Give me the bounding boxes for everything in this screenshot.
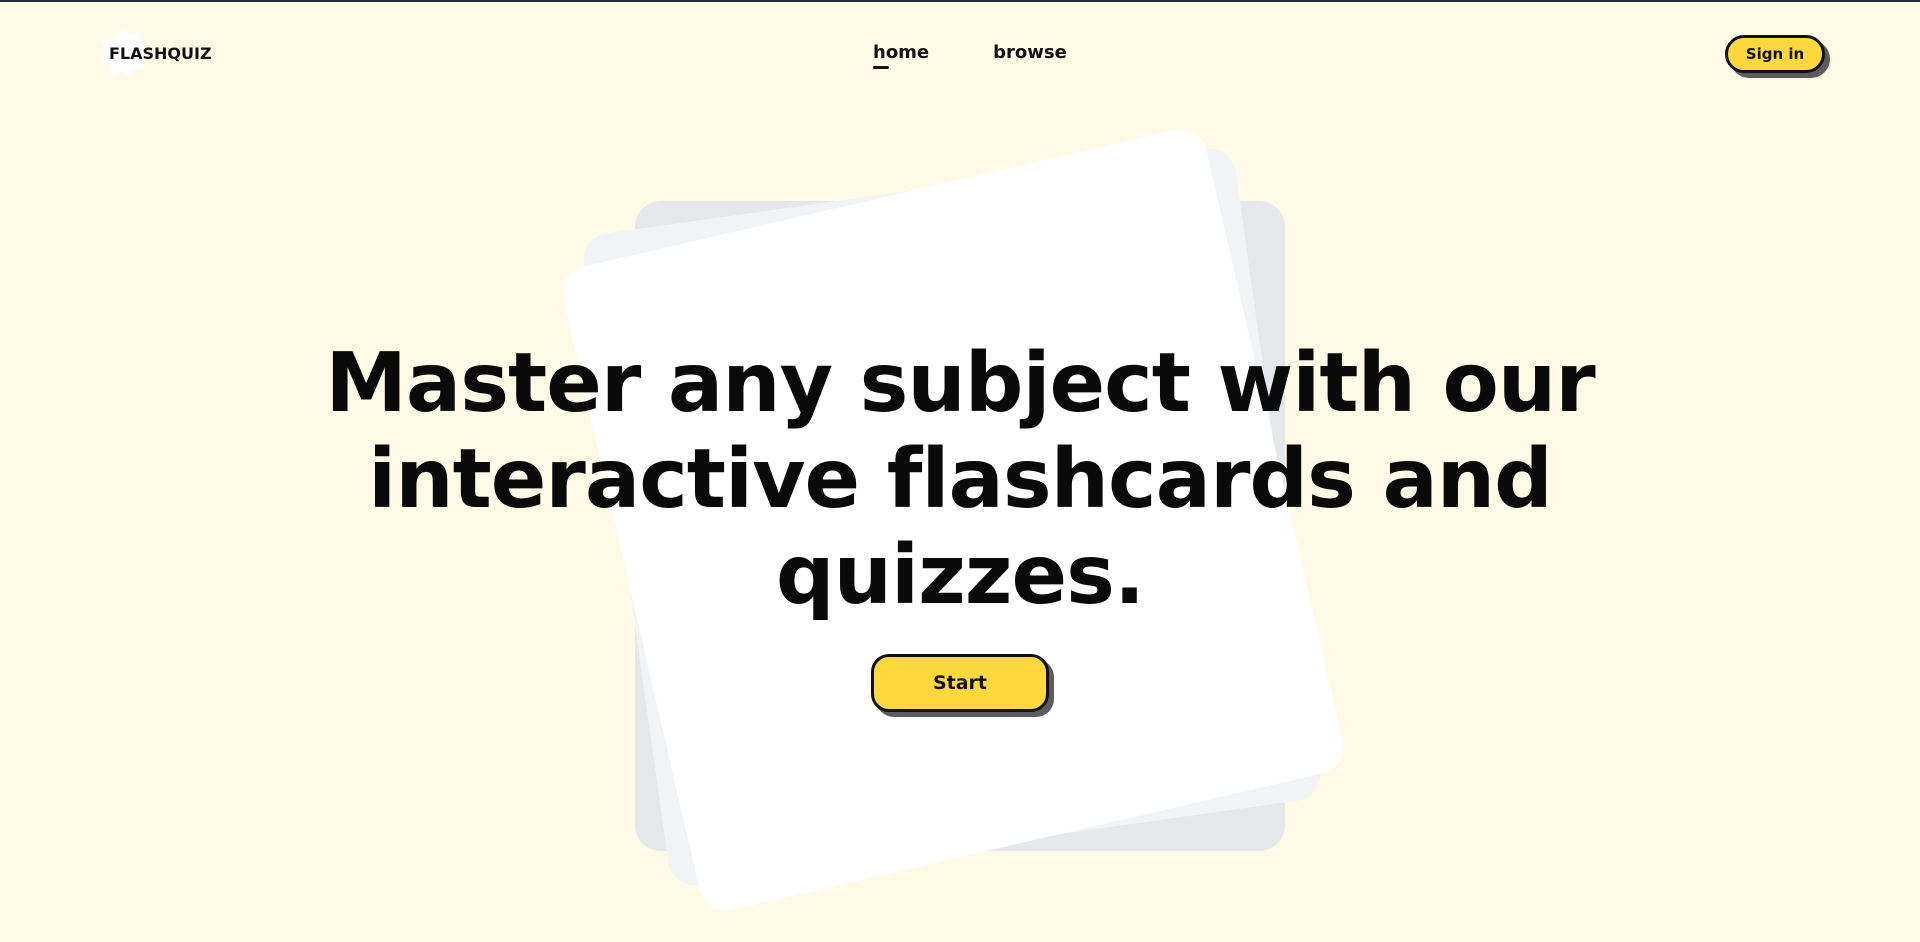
- sign-in-button[interactable]: Sign in: [1725, 35, 1825, 73]
- top-border-line: [0, 0, 1920, 2]
- start-button[interactable]: Start: [871, 654, 1049, 712]
- nav-link-home[interactable]: home: [873, 42, 930, 69]
- main-nav: home browse: [873, 42, 1067, 69]
- nav-active-indicator: [873, 66, 889, 69]
- nav-link-browse[interactable]: browse: [993, 42, 1067, 63]
- hero-headline: Master any subject with our interactive …: [325, 336, 1595, 623]
- logo[interactable]: FLASHQUIZ: [99, 24, 212, 84]
- nav-link-home-label: home: [873, 42, 930, 63]
- logo-text: FLASHQUIZ: [109, 44, 212, 63]
